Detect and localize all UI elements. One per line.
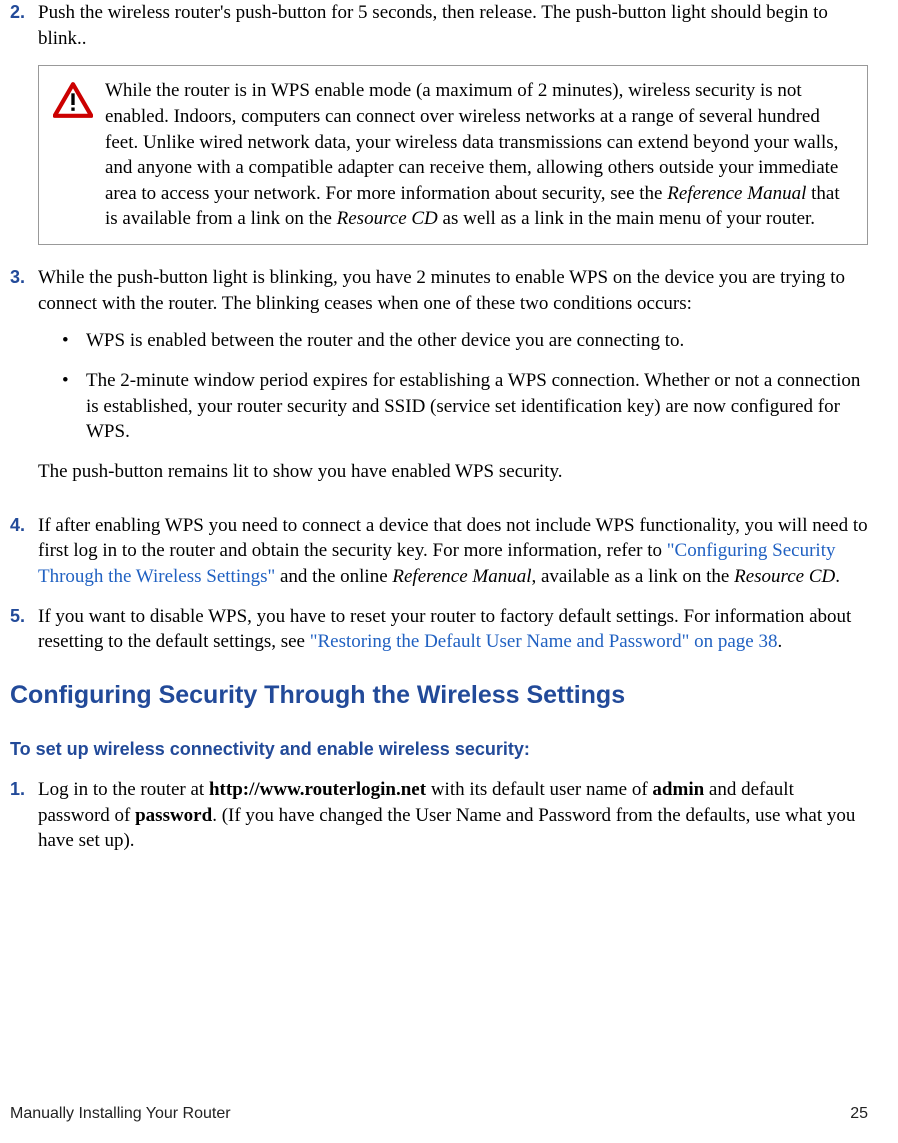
warning-resource-cd: Resource CD	[337, 208, 438, 229]
step-3-after: The push-button remains lit to show you …	[38, 459, 868, 485]
s1-pass: password	[135, 805, 212, 826]
step-2: 2. Push the wireless router's push-butto…	[10, 0, 868, 51]
s1-url: http://www.routerlogin.net	[209, 779, 426, 800]
step-3-text: While the push-button light is blinking,…	[38, 265, 868, 316]
step-4-end: .	[835, 566, 840, 587]
step-3-bullets: • WPS is enabled between the router and …	[62, 328, 868, 445]
warning-box: While the router is in WPS enable mode (…	[38, 65, 868, 245]
step-3-number: 3.	[10, 265, 38, 498]
step-2-text: Push the wireless router's push-button f…	[38, 0, 868, 51]
s1-user: admin	[652, 779, 704, 800]
step-5-end: .	[777, 631, 782, 652]
step-3-body: While the push-button light is blinking,…	[38, 265, 868, 498]
step-4: 4. If after enabling WPS you need to con…	[10, 513, 868, 590]
footer-left: Manually Installing Your Router	[10, 1103, 231, 1125]
section-heading: Configuring Security Through the Wireles…	[10, 679, 868, 713]
step-3: 3. While the push-button light is blinki…	[10, 265, 868, 498]
step-4-reference-manual: Reference Manual	[392, 566, 531, 587]
step-4-mid: and the online	[275, 566, 392, 587]
warning-part-3: as well as a link in the main menu of yo…	[438, 208, 815, 229]
step-3-bullet-2: • The 2-minute window period expires for…	[62, 368, 868, 445]
step-5: 5. If you want to disable WPS, you have …	[10, 604, 868, 655]
warning-text: While the router is in WPS enable mode (…	[105, 78, 853, 232]
bullet-icon: •	[62, 328, 86, 354]
section-step-1: 1. Log in to the router at http://www.ro…	[10, 777, 868, 854]
page-footer: Manually Installing Your Router 25	[10, 1103, 868, 1125]
step-3-bullet-1-text: WPS is enabled between the router and th…	[86, 328, 684, 354]
step-2-number: 2.	[10, 0, 38, 51]
step-4-resource-cd: Resource CD	[734, 566, 835, 587]
warning-icon	[53, 82, 93, 126]
section-step-1-number: 1.	[10, 777, 38, 854]
s1-pre: Log in to the router at	[38, 779, 209, 800]
section-subheading: To set up wireless connectivity and enab…	[10, 737, 868, 761]
section-step-1-body: Log in to the router at http://www.route…	[38, 777, 868, 854]
bullet-icon: •	[62, 368, 86, 445]
warning-reference-manual: Reference Manual	[667, 183, 806, 204]
s1-mid1: with its default user name of	[426, 779, 652, 800]
step-5-link[interactable]: "Restoring the Default User Name and Pas…	[310, 631, 778, 652]
step-3-bullet-1: • WPS is enabled between the router and …	[62, 328, 868, 354]
step-3-bullet-2-text: The 2-minute window period expires for e…	[86, 368, 868, 445]
step-4-body: If after enabling WPS you need to connec…	[38, 513, 868, 590]
footer-page-number: 25	[850, 1103, 868, 1125]
step-5-body: If you want to disable WPS, you have to …	[38, 604, 868, 655]
step-4-mid2: , available as a link on the	[532, 566, 735, 587]
step-4-number: 4.	[10, 513, 38, 590]
step-5-number: 5.	[10, 604, 38, 655]
